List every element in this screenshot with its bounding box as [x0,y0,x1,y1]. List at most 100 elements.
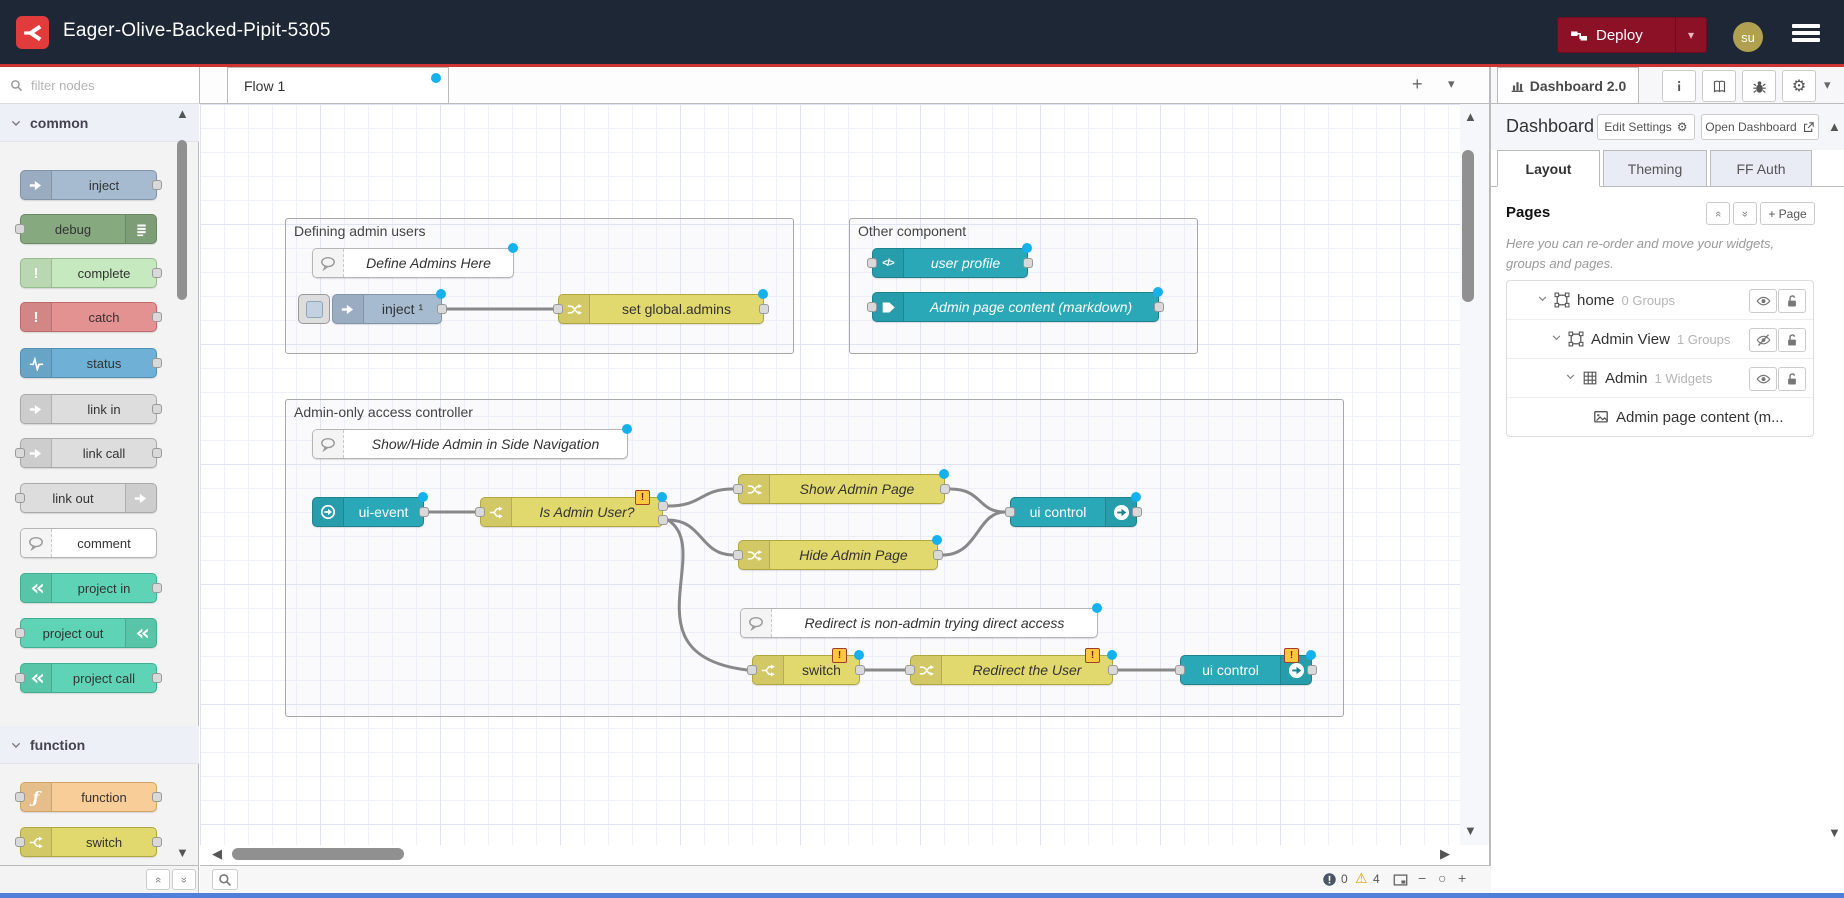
port-out[interactable] [152,583,162,593]
add-page-button[interactable]: + Page [1760,202,1815,225]
tree-row-admin-widget[interactable]: Admin page content (m... [1507,398,1813,436]
port-out[interactable] [933,550,943,560]
sidebar-tabs-caret[interactable]: ▾ [1824,77,1831,93]
port-out[interactable] [152,268,162,278]
warning-count-icon[interactable]: ⚠ [1355,870,1368,887]
node-ui-control-bottom[interactable]: ui control ! [1180,655,1312,685]
sidebar-scroll-down[interactable]: ▼ [1828,826,1841,839]
node-hide-admin-page[interactable]: Hide Admin Page [738,540,938,570]
port-out[interactable] [759,304,769,314]
port-out[interactable] [152,837,162,847]
canvas-scroll-down[interactable]: ▼ [1464,824,1477,837]
node-switch[interactable]: switch ! [752,655,860,685]
port-out[interactable] [152,358,162,368]
node-ui-control-top[interactable]: ui control [1010,497,1137,527]
tree-row-admin-view[interactable]: Admin View 1 Groups [1507,320,1813,359]
help-sidebar-button[interactable] [1702,70,1736,102]
palette-node-inject[interactable]: inject [20,170,157,200]
node-inject[interactable]: inject ¹ [332,294,442,324]
palette-node-link-in[interactable]: link in [20,394,157,424]
tab-theming[interactable]: Theming [1603,150,1707,187]
port-out[interactable] [1023,258,1033,268]
palette-node-link-call[interactable]: link call [20,438,157,468]
node-set-global-admins[interactable]: set global.admins [558,294,764,324]
comment-define-admins[interactable]: Define Admins Here [312,248,514,278]
palette-search[interactable] [0,67,200,104]
expand-all-button[interactable]: « [1733,202,1757,225]
deploy-button[interactable]: Deploy ▾ [1557,17,1707,53]
port-out[interactable] [152,673,162,683]
port-in[interactable] [867,258,877,268]
port-out[interactable] [1108,665,1118,675]
search-input[interactable] [29,77,183,94]
visibility-button[interactable] [1749,367,1777,391]
node-is-admin-user[interactable]: Is Admin User? ! [480,497,663,527]
palette-node-status[interactable]: status [20,348,157,378]
collapse-all-button[interactable]: « [1706,202,1730,225]
tree-row-admin-group[interactable]: Admin 1 Widgets [1507,359,1813,398]
collapse-categories-button[interactable]: « [146,869,170,890]
visibility-button[interactable] [1749,289,1777,313]
palette-node-function[interactable]: ƒ function [20,782,157,812]
add-flow-button[interactable]: + [1412,74,1423,95]
canvas-scroll-right[interactable]: ▶ [1440,847,1450,860]
port-in[interactable] [15,493,25,503]
comment-show-hide-admin[interactable]: Show/Hide Admin in Side Navigation [312,429,628,459]
palette-node-project-out[interactable]: project out [20,618,157,648]
palette-node-project-call[interactable]: project call [20,663,157,693]
group-other-component[interactable]: Other component [849,218,1198,354]
port-out-1[interactable] [658,501,668,511]
palette-node-switch[interactable]: switch [20,827,157,857]
open-dashboard-button[interactable]: Open Dashboard [1701,114,1819,140]
debug-sidebar-button[interactable] [1742,70,1776,102]
tree-row-home[interactable]: home 0 Groups [1507,281,1813,320]
port-out-2[interactable] [658,515,668,525]
port-out[interactable] [940,484,950,494]
canvas-scroll-up[interactable]: ▲ [1464,110,1477,123]
main-menu-button[interactable] [1792,24,1820,42]
port-in[interactable] [905,665,915,675]
port-out[interactable] [152,312,162,322]
palette-node-project-in[interactable]: project in [20,573,157,603]
port-in[interactable] [867,302,877,312]
port-out[interactable] [1132,507,1142,517]
port-in[interactable] [15,448,25,458]
minimap-toggle-icon[interactable] [1392,872,1409,888]
port-out[interactable] [152,448,162,458]
port-in[interactable] [553,304,563,314]
port-out[interactable] [1154,302,1164,312]
port-out[interactable] [855,665,865,675]
port-out[interactable] [437,304,447,314]
node-show-admin-page[interactable]: Show Admin Page [738,474,945,504]
error-count-icon[interactable] [1322,872,1337,887]
chevron-down-icon[interactable] [1537,291,1548,309]
search-flows-button[interactable] [212,869,238,890]
port-in[interactable] [747,665,757,675]
canvas-hscrollbar-thumb[interactable] [232,848,404,860]
flow-list-caret[interactable]: ▾ [1448,76,1455,92]
port-in[interactable] [733,550,743,560]
palette-node-catch[interactable]: ! catch [20,302,157,332]
canvas-vscrollbar-thumb[interactable] [1462,150,1474,302]
palette-node-debug[interactable]: debug [20,214,157,244]
palette-category-function[interactable]: function [0,726,199,764]
palette-node-comment[interactable]: comment [20,528,157,558]
zoom-out-button[interactable]: − [1418,870,1426,886]
node-user-profile[interactable]: </> user profile [872,248,1028,278]
tab-flow-1[interactable]: Flow 1 [227,67,449,103]
lock-button[interactable] [1778,367,1806,391]
lock-button[interactable] [1778,328,1806,352]
port-in[interactable] [15,837,25,847]
deploy-options-caret[interactable]: ▾ [1675,18,1706,52]
palette-category-common[interactable]: common [0,104,199,142]
chevron-down-icon[interactable] [1565,369,1576,387]
port-in[interactable] [475,507,485,517]
sidebar-scroll-up[interactable]: ▲ [1828,120,1841,133]
node-ui-event[interactable]: ui-event [312,497,424,527]
zoom-in-button[interactable]: + [1458,870,1466,886]
port-in[interactable] [15,792,25,802]
node-admin-page-content[interactable]: Admin page content (markdown) [872,292,1159,322]
palette-scroll-up[interactable]: ▲ [176,107,189,120]
palette-scrollbar-thumb[interactable] [177,140,187,300]
port-out[interactable] [1307,665,1317,675]
